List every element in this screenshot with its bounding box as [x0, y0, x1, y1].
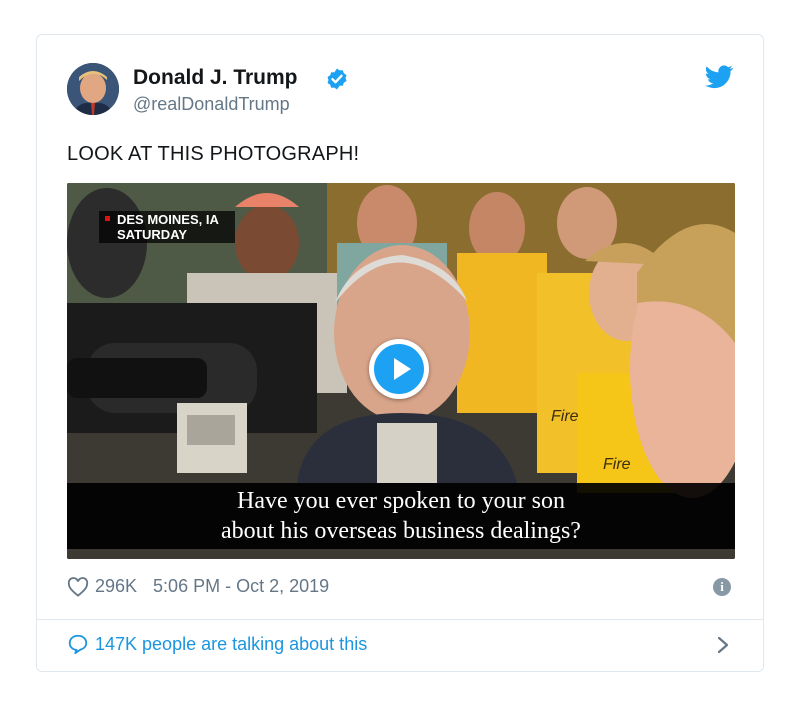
author-handle[interactable]: @realDonaldTrump — [133, 94, 290, 115]
location-text: DES MOINES, IA — [117, 212, 219, 227]
tweet-card: Donald J. Trump @realDonaldTrump LOOK AT… — [36, 34, 764, 672]
video-caption: Have you ever spoken to your son about h… — [67, 483, 735, 546]
heart-icon[interactable] — [67, 576, 89, 597]
play-icon — [374, 344, 424, 394]
vest-text-1: Fire — [551, 408, 579, 425]
tweet-text: LOOK AT THIS PHOTOGRAPH! — [67, 143, 360, 165]
location-overlay: DES MOINES, IA SATURDAY — [99, 211, 235, 243]
divider — [37, 619, 763, 620]
video-player[interactable]: Fire Fire DES MOINES, IA SATURDAY Have y… — [67, 183, 735, 559]
tweet-timestamp[interactable]: 5:06 PM - Oct 2, 2019 — [153, 576, 329, 597]
author-name[interactable]: Donald J. Trump — [133, 66, 298, 90]
caption-line-2: about his overseas business dealings? — [221, 518, 581, 544]
tweet-meta: 296K 5:06 PM - Oct 2, 2019 — [67, 576, 329, 597]
chevron-right-icon[interactable] — [715, 635, 731, 655]
caption-line-1: Have you ever spoken to your son — [237, 488, 565, 514]
talking-count[interactable]: 147K people are talking about this — [95, 634, 367, 655]
live-dot-icon — [105, 216, 110, 221]
verified-badge-icon — [327, 68, 347, 90]
vest-text-2: Fire — [603, 456, 631, 473]
info-icon[interactable]: i — [713, 578, 731, 596]
twitter-bird-icon[interactable] — [705, 65, 733, 89]
like-count[interactable]: 296K — [95, 576, 137, 597]
avatar-portrait — [67, 63, 119, 115]
conversation-link[interactable]: 147K people are talking about this — [67, 633, 367, 655]
avatar[interactable] — [67, 63, 119, 115]
play-button[interactable] — [369, 339, 429, 399]
day-text: SATURDAY — [117, 227, 188, 242]
comment-bubble-icon — [68, 634, 88, 655]
